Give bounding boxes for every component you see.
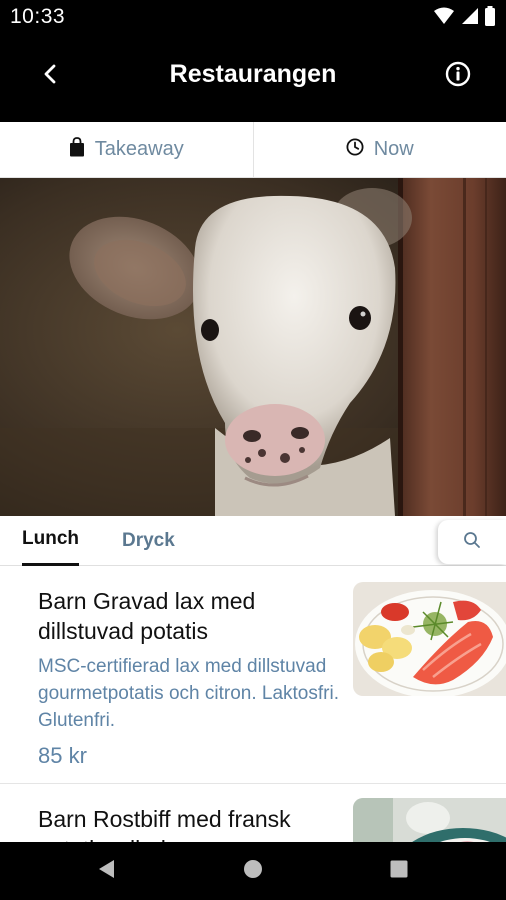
menu-item[interactable]: Barn Gravad lax med dillstuvad potatis M… — [0, 566, 506, 784]
search-icon — [463, 531, 481, 554]
menu-tabs: Lunch Dryck — [0, 516, 506, 566]
status-icons — [434, 6, 496, 31]
tab-lunch-label: Lunch — [22, 528, 79, 549]
page-title: Restaurangen — [169, 60, 337, 88]
tab-dryck-label: Dryck — [122, 530, 175, 551]
order-options-bar: Takeaway Now — [0, 122, 506, 178]
pickup-time-label: Now — [373, 138, 414, 160]
info-icon — [445, 61, 471, 92]
status-time: 10:33 — [10, 5, 66, 28]
clock-icon — [346, 138, 364, 162]
info-button[interactable] — [440, 58, 476, 94]
battery-icon — [484, 6, 496, 31]
menu-item-image — [353, 582, 506, 696]
menu-list: Barn Gravad lax med dillstuvad potatis M… — [0, 566, 506, 842]
status-bar: 10:33 — [0, 0, 506, 34]
restaurant-hero-image — [0, 178, 506, 516]
menu-item-name: Barn Gravad lax med dillstuvad potatis — [38, 588, 256, 644]
app-bar: Restaurangen — [0, 34, 506, 122]
nav-back-button[interactable] — [76, 842, 136, 900]
menu-item-description: MSC-certifierad lax med dillstuvad gourm… — [38, 656, 339, 731]
wifi-icon — [434, 7, 454, 30]
search-button[interactable] — [438, 520, 506, 564]
takeaway-button[interactable]: Takeaway — [0, 122, 253, 177]
nav-recents-button[interactable] — [369, 842, 429, 900]
menu-item-image — [353, 798, 506, 842]
system-nav-bar — [0, 842, 506, 900]
home-circle-icon — [243, 859, 263, 884]
back-triangle-icon — [97, 859, 115, 884]
signal-icon — [460, 7, 478, 30]
menu-item[interactable]: Barn Rostbiff med fransk potatissallad — [0, 784, 506, 842]
nav-home-button[interactable] — [223, 842, 283, 900]
bag-icon — [69, 136, 85, 163]
takeaway-label: Takeaway — [94, 138, 184, 160]
menu-item-name: Barn Rostbiff med fransk potatissallad — [38, 806, 291, 842]
tab-lunch[interactable]: Lunch — [22, 528, 79, 566]
menu-item-price: 85 kr — [38, 743, 87, 768]
tab-dryck[interactable]: Dryck — [122, 530, 175, 552]
pickup-time-button[interactable]: Now — [252, 122, 506, 177]
recents-square-icon — [390, 860, 408, 883]
